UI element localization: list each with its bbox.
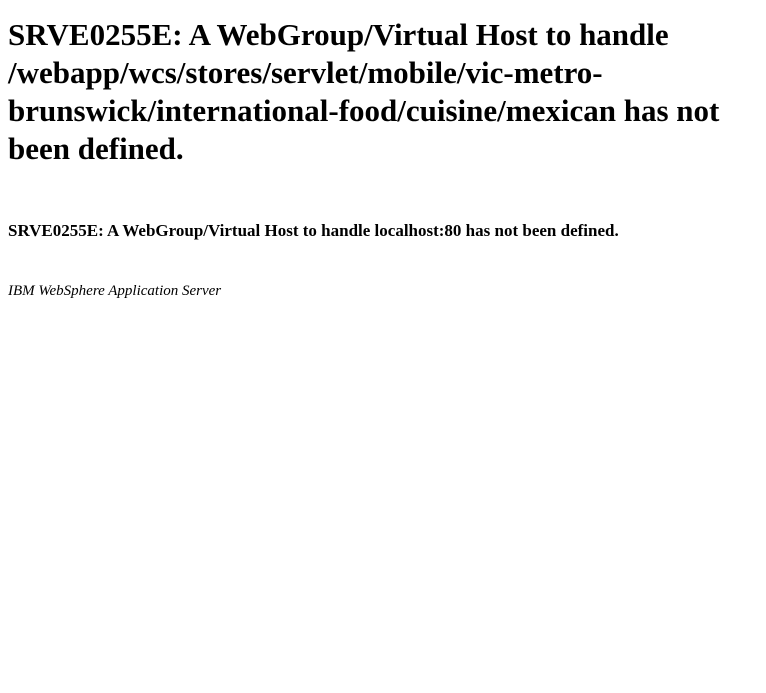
error-page: SRVE0255E: A WebGroup/Virtual Host to ha… bbox=[0, 0, 766, 309]
server-signature: IBM WebSphere Application Server bbox=[8, 283, 222, 299]
error-detail: SRVE0255E: A WebGroup/Virtual Host to ha… bbox=[8, 221, 619, 240]
error-heading: SRVE0255E: A WebGroup/Virtual Host to ha… bbox=[8, 17, 720, 166]
